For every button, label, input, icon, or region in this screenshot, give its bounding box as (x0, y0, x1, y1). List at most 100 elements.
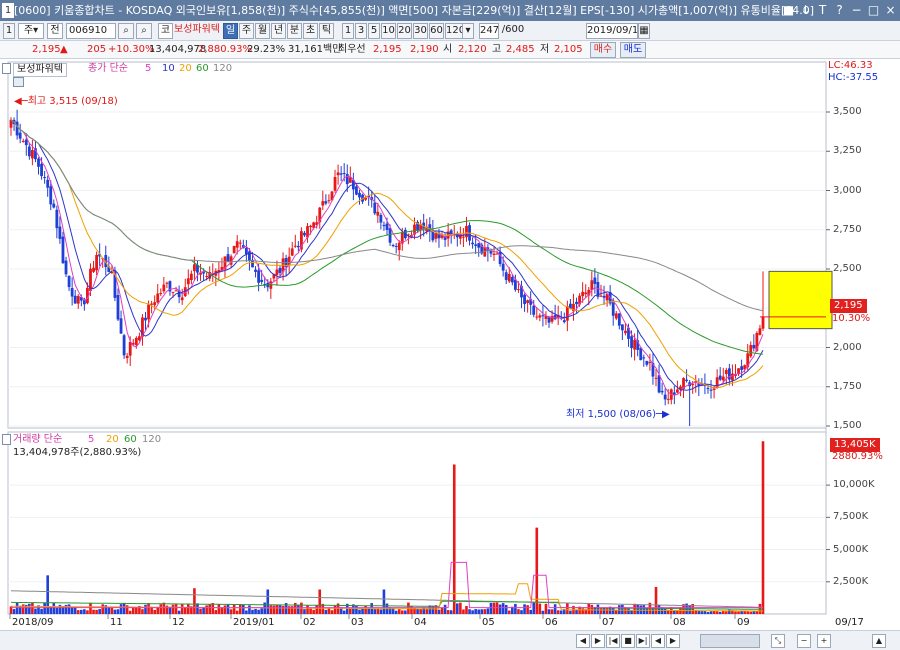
scroll-thumb[interactable] (700, 634, 760, 648)
price-ma-120: 120 (213, 63, 233, 74)
volume-bar (153, 609, 156, 614)
volume-bar (465, 606, 468, 614)
candle-body (260, 279, 264, 282)
candle-body (290, 248, 294, 256)
low-marker: 최저 1,500 (08/06)─▶ (566, 409, 670, 421)
volume-bar (174, 604, 178, 614)
stock-label-box[interactable]: 보성파워텍 (13, 63, 67, 77)
page-right-button[interactable]: ▶ (666, 634, 680, 648)
volume-bar (614, 610, 618, 614)
volume-bar (382, 589, 386, 614)
volume-bar (734, 611, 737, 614)
volume-bar (92, 609, 95, 614)
candle-body (64, 260, 68, 275)
jump-start-button[interactable]: |◀ (606, 634, 620, 648)
candle-body (538, 315, 542, 318)
volume-bar (452, 464, 456, 614)
candle-body (27, 146, 31, 157)
candle-body (630, 336, 633, 349)
candle-body (52, 203, 56, 208)
volume-bar (673, 610, 676, 614)
candle-body (254, 269, 257, 272)
current-price-chip: 2,195 (830, 299, 867, 313)
volume-bar (315, 604, 318, 614)
candle-body (296, 245, 300, 248)
volume-bar (404, 610, 407, 614)
highlight-box[interactable] (768, 270, 833, 330)
volume-bar (715, 611, 719, 614)
candle-body (495, 253, 499, 255)
candle-body (58, 226, 62, 239)
zoom-fit-icon[interactable]: ⤡ (771, 634, 785, 648)
volume-bar (630, 610, 633, 614)
volume-tick-label: 10,000K (833, 479, 875, 492)
candle-body (193, 264, 196, 272)
volume-bar (618, 605, 621, 614)
lc-value: LC:46.33 (828, 60, 873, 71)
price-tick-label: 2,750 (833, 223, 862, 236)
volume-bar (474, 609, 477, 614)
candle-body (721, 376, 725, 381)
candle-body (46, 179, 50, 188)
candle-body (614, 313, 618, 319)
volume-bar (208, 604, 211, 614)
volume-bar (517, 609, 520, 614)
chart-canvas[interactable] (0, 0, 900, 630)
volume-bar (407, 602, 410, 614)
scroll-right-button[interactable]: ▶ (591, 634, 605, 648)
volume-bar (235, 610, 239, 614)
volume-bar (599, 608, 603, 614)
candle-body (345, 174, 349, 185)
volume-bar (587, 602, 591, 614)
candle-body (205, 276, 209, 278)
volume-bar (556, 610, 560, 614)
volume-bar (532, 602, 536, 614)
volume-bar (596, 604, 600, 614)
volume-bar (477, 609, 481, 614)
jump-end-button[interactable]: ▶| (636, 634, 650, 648)
volume-bar (712, 610, 716, 614)
stop-button[interactable]: ■ (621, 634, 635, 648)
price-legend-title: 종가 단순 (88, 63, 128, 74)
price-panel[interactable] (7, 61, 827, 429)
zoom-out-button[interactable]: − (797, 634, 811, 648)
date-label: 09 (737, 617, 750, 628)
volume-bar (547, 609, 551, 614)
page-left-button[interactable]: ◀ (651, 634, 665, 648)
volume-bar (700, 611, 704, 614)
date-label: 11 (110, 617, 123, 628)
volume-bar (538, 603, 542, 614)
scroll-up-button[interactable]: ▲ (872, 634, 886, 648)
volume-bar (193, 588, 196, 614)
chart-scrollbar[interactable]: ◀ ▶ |◀ ■ ▶| ◀ ▶ ⤡ − + ▲ (0, 630, 900, 650)
candle-body (517, 289, 520, 291)
price-tick-label: 3,250 (833, 145, 862, 158)
candle-body (134, 337, 138, 346)
volume-collapse-icon[interactable] (2, 434, 11, 445)
candle-body (477, 243, 481, 248)
volume-bar (12, 609, 16, 614)
grid-icon[interactable] (13, 77, 24, 87)
candle-body (501, 263, 505, 271)
volume-panel[interactable] (7, 431, 827, 615)
date-label: 06 (545, 617, 558, 628)
date-label: 03 (351, 617, 364, 628)
scroll-left-button[interactable]: ◀ (576, 634, 590, 648)
candle-body (40, 163, 43, 177)
volume-bar (196, 603, 199, 614)
candle-body (761, 316, 765, 329)
volume-bar (636, 605, 639, 614)
candle-body (504, 272, 508, 280)
collapse-icon[interactable] (2, 63, 11, 74)
volume-bar (627, 608, 630, 614)
volume-bar (737, 611, 740, 614)
volume-bar (251, 609, 254, 614)
volume-bar (566, 603, 569, 614)
zoom-in-button[interactable]: + (817, 634, 831, 648)
candle-body (162, 284, 166, 292)
volume-bar (761, 441, 765, 614)
volume-bar (373, 609, 377, 614)
candle-body (189, 273, 193, 281)
candle-body (373, 202, 377, 214)
candle-body (147, 304, 150, 320)
